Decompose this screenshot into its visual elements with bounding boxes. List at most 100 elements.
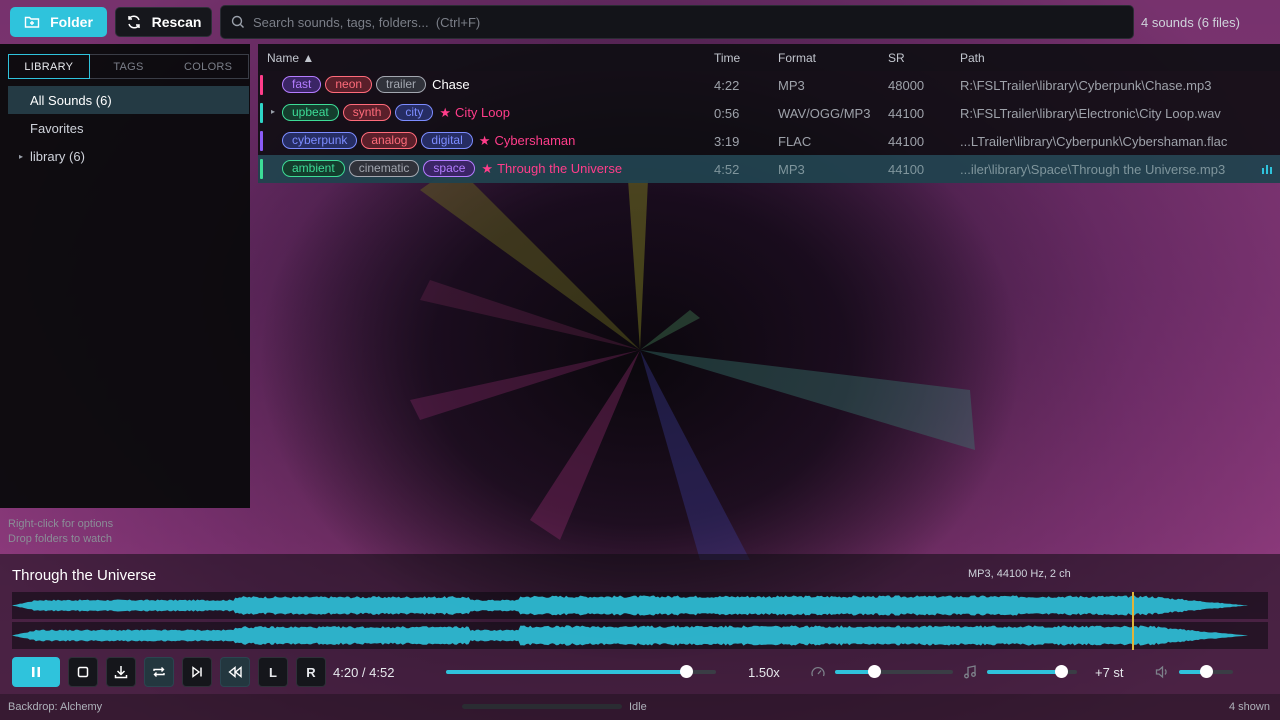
tag-pill[interactable]: space — [423, 160, 476, 177]
tag-pill[interactable]: neon — [325, 76, 373, 93]
loop-button[interactable] — [144, 657, 174, 687]
status-bar: Backdrop: Alchemy Idle 4 shown — [0, 694, 1280, 720]
speedometer-icon — [811, 666, 825, 677]
tag-pill[interactable]: trailer — [376, 76, 427, 93]
speed-slider-fill — [446, 670, 687, 674]
sidebar-item-favorites[interactable]: Favorites — [8, 114, 249, 142]
tag-pill[interactable]: synth — [342, 104, 392, 121]
rate-slider[interactable] — [835, 665, 953, 678]
rescan-button[interactable]: Rescan — [115, 7, 212, 37]
column-header-name[interactable]: Name ▲ — [267, 51, 314, 65]
speed-slider-knob[interactable] — [680, 665, 694, 678]
music-note-icon — [964, 665, 976, 679]
playhead-marker[interactable] — [1132, 592, 1135, 650]
tab-colors[interactable]: COLORS — [168, 55, 248, 78]
pitch-slider[interactable] — [987, 665, 1077, 678]
backdrop-status: Backdrop: Alchemy — [8, 701, 103, 713]
right-channel-button[interactable]: R — [296, 657, 326, 687]
speed-label: 1.50x — [748, 665, 780, 680]
sidebar-item-label: Favorites — [30, 120, 84, 136]
tag-pill[interactable]: analog — [361, 132, 418, 149]
skip-next-icon — [192, 666, 202, 678]
sound-title: ★ Cybershaman — [479, 133, 576, 149]
rewind-icon — [228, 666, 242, 678]
sound-title-text: Through the Universe — [497, 160, 623, 176]
cell-sample-rate: 48000 — [888, 78, 925, 93]
cell-sample-rate: 44100 — [888, 106, 925, 121]
search-input[interactable] — [253, 14, 1113, 30]
waveform-right-svg — [12, 625, 1248, 646]
volume-slider-knob[interactable] — [1200, 665, 1213, 678]
tag-pill[interactable]: ambient — [282, 160, 345, 177]
shown-count: 4 shown — [1229, 701, 1270, 713]
expand-caret-icon[interactable]: ▸ — [19, 152, 30, 161]
tag-pill[interactable]: upbeat — [282, 104, 339, 121]
volume-slider[interactable] — [1179, 665, 1233, 678]
refresh-icon — [127, 15, 140, 29]
add-folder-button[interactable]: Folder — [10, 7, 107, 37]
favorite-star-icon[interactable]: ★ — [481, 161, 493, 176]
column-header-sr[interactable]: SR — [888, 51, 905, 65]
time-display: 4:20 / 4:52 — [333, 665, 395, 680]
pitch-slider-knob[interactable] — [1054, 665, 1068, 678]
stop-button[interactable] — [68, 657, 98, 687]
speed-slider[interactable] — [446, 665, 716, 678]
cell-sample-rate: 44100 — [888, 162, 925, 177]
tag-pill[interactable]: cyberpunk — [282, 132, 358, 149]
column-header-time[interactable]: Time — [714, 51, 740, 65]
cell-path: R:\FSLTrailer\library\Cyberpunk\Chase.mp… — [960, 78, 1212, 93]
idle-status: Idle — [629, 701, 647, 713]
sound-title-text: Cybershaman — [494, 132, 576, 148]
left-channel-button[interactable]: L — [258, 657, 288, 687]
tag-pill[interactable]: fast — [282, 76, 322, 93]
search-box[interactable] — [220, 5, 1134, 39]
cell-time: 4:22 — [714, 78, 740, 93]
table-row[interactable]: cyberpunk analog digital ★ Cybershaman 3:19 FL… — [258, 127, 1280, 155]
favorite-star-icon[interactable]: ★ — [439, 105, 451, 120]
waveform-right-channel[interactable] — [12, 622, 1268, 649]
table-row[interactable]: ▸ upbeat synth city ★ City Loop 0:56 WAV/OGG/MP… — [258, 99, 1280, 127]
hint-right-click: Right-click for options — [8, 518, 114, 530]
tag-list: upbeat synth city ★ City Loop — [282, 104, 510, 121]
pause-button[interactable] — [12, 657, 60, 687]
sidebar-hint: Right-click for options Drop folders to … — [8, 517, 113, 547]
waveform-left-channel[interactable] — [12, 592, 1268, 619]
toolbar: Folder Rescan 4 sounds (6 files) — [0, 0, 1280, 44]
sidebar-item-all-sounds[interactable]: All Sounds (6) — [8, 86, 249, 114]
expand-caret-icon[interactable]: ▸ — [271, 107, 275, 116]
search-icon — [231, 15, 244, 28]
tab-tags[interactable]: TAGS — [89, 55, 169, 78]
row-color-bar — [260, 159, 263, 179]
sidebar-item-library[interactable]: ▸ library (6) — [8, 142, 249, 170]
cell-format: FLAC — [778, 134, 812, 149]
rescan-label: Rescan — [151, 14, 202, 30]
sound-title: Chase — [432, 77, 470, 92]
rewind-button[interactable] — [220, 657, 250, 687]
sound-title-text: Chase — [432, 77, 470, 92]
download-button[interactable] — [106, 657, 136, 687]
library-tree: All Sounds (6) Favorites ▸ library (6) — [8, 86, 249, 170]
tag-pill[interactable]: city — [395, 104, 434, 121]
column-header-path[interactable]: Path — [960, 51, 985, 65]
sound-count: 4 sounds (6 files) — [1141, 15, 1240, 30]
stop-icon — [77, 666, 89, 678]
repeat-icon — [153, 667, 165, 677]
tag-pill[interactable]: digital — [421, 132, 473, 149]
tab-library[interactable]: LIBRARY — [8, 54, 90, 79]
sidebar: LIBRARY TAGS COLORS All Sounds (6) Favor… — [0, 44, 250, 508]
cell-format: WAV/OGG/MP3 — [778, 106, 871, 121]
column-header-format[interactable]: Format — [778, 51, 816, 65]
sound-title: ★ Through the Universe — [481, 161, 622, 177]
skip-next-button[interactable] — [182, 657, 212, 687]
now-playing-icon — [1262, 165, 1272, 174]
sidebar-item-label: library (6) — [30, 148, 85, 164]
now-playing-title: Through the Universe — [12, 567, 157, 584]
cell-sample-rate: 44100 — [888, 134, 925, 149]
favorite-star-icon[interactable]: ★ — [479, 133, 491, 148]
hint-drop-folders: Drop folders to watch — [8, 533, 112, 545]
table-row[interactable]: fast neon trailer Chase 4:22 MP3 48000 R:\FSLTr… — [258, 71, 1280, 99]
tag-pill[interactable]: cinematic — [348, 160, 420, 177]
table-row[interactable]: ambient cinematic space ★ Through the Univer… — [258, 155, 1280, 183]
cell-format: MP3 — [778, 78, 805, 93]
rate-slider-knob[interactable] — [867, 665, 881, 678]
